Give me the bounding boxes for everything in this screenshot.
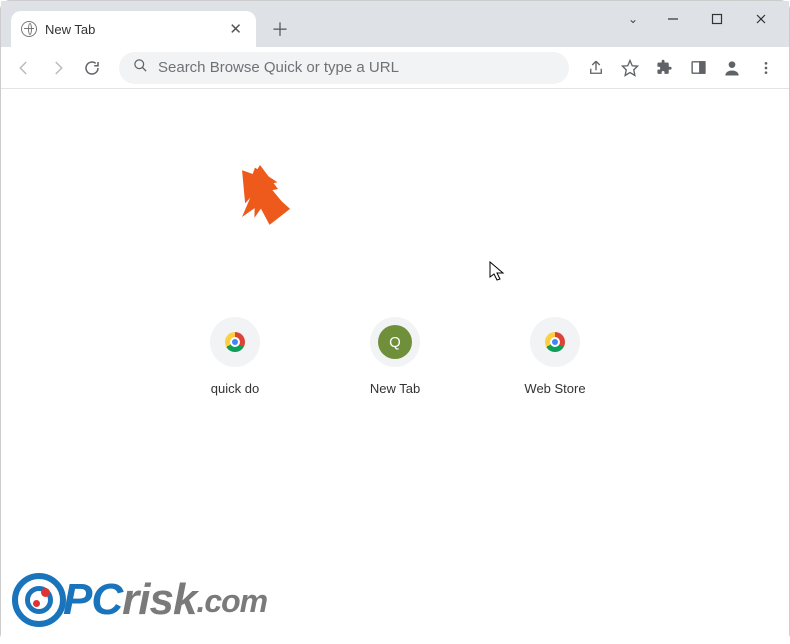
close-tab-icon[interactable]: ✕ (225, 18, 246, 40)
window-controls: ⌄ (615, 1, 783, 37)
menu-icon[interactable] (751, 53, 781, 83)
address-input[interactable] (158, 59, 555, 76)
shortcut-icon (210, 317, 260, 367)
cursor-icon (489, 261, 507, 283)
titlebar: New Tab ✕ ＋ ⌄ (1, 1, 789, 47)
shortcut-icon (530, 317, 580, 367)
watermark-text: PCrisk.com (63, 575, 267, 625)
browser-tab[interactable]: New Tab ✕ (11, 11, 256, 47)
shortcut-icon: Q (370, 317, 420, 367)
toolbar (1, 47, 789, 89)
shortcuts-row: quick do Q New Tab Web Store (185, 317, 605, 396)
shortcut-label: New Tab (370, 381, 420, 396)
new-tab-page: quick do Q New Tab Web Store (1, 89, 789, 644)
arrow-annotation (226, 161, 296, 231)
shortcut-label: quick do (211, 381, 259, 396)
watermark: PCrisk.com (11, 572, 267, 628)
extensions-icon[interactable] (649, 53, 679, 83)
minimize-button[interactable] (651, 2, 695, 36)
omnibox[interactable] (119, 52, 569, 84)
share-icon[interactable] (581, 53, 611, 83)
bookmark-icon[interactable] (615, 53, 645, 83)
shortcut-item[interactable]: Q New Tab (345, 317, 445, 396)
chrome-icon (225, 332, 245, 352)
shortcut-item[interactable]: Web Store (505, 317, 605, 396)
maximize-button[interactable] (695, 2, 739, 36)
tab-title: New Tab (45, 22, 225, 37)
chrome-icon (545, 332, 565, 352)
back-button[interactable] (9, 53, 39, 83)
globe-icon (21, 21, 37, 37)
close-window-button[interactable] (739, 2, 783, 36)
chevron-down-icon[interactable]: ⌄ (615, 12, 651, 26)
reload-button[interactable] (77, 53, 107, 83)
shortcut-item[interactable]: quick do (185, 317, 285, 396)
new-tab-button[interactable]: ＋ (266, 15, 294, 43)
shortcut-label: Web Store (524, 381, 585, 396)
letter-icon: Q (378, 325, 412, 359)
forward-button[interactable] (43, 53, 73, 83)
sidepanel-icon[interactable] (683, 53, 713, 83)
arrow-annotation-icon (223, 157, 303, 237)
search-icon (133, 58, 148, 78)
profile-icon[interactable] (717, 53, 747, 83)
watermark-logo-icon (11, 572, 67, 628)
